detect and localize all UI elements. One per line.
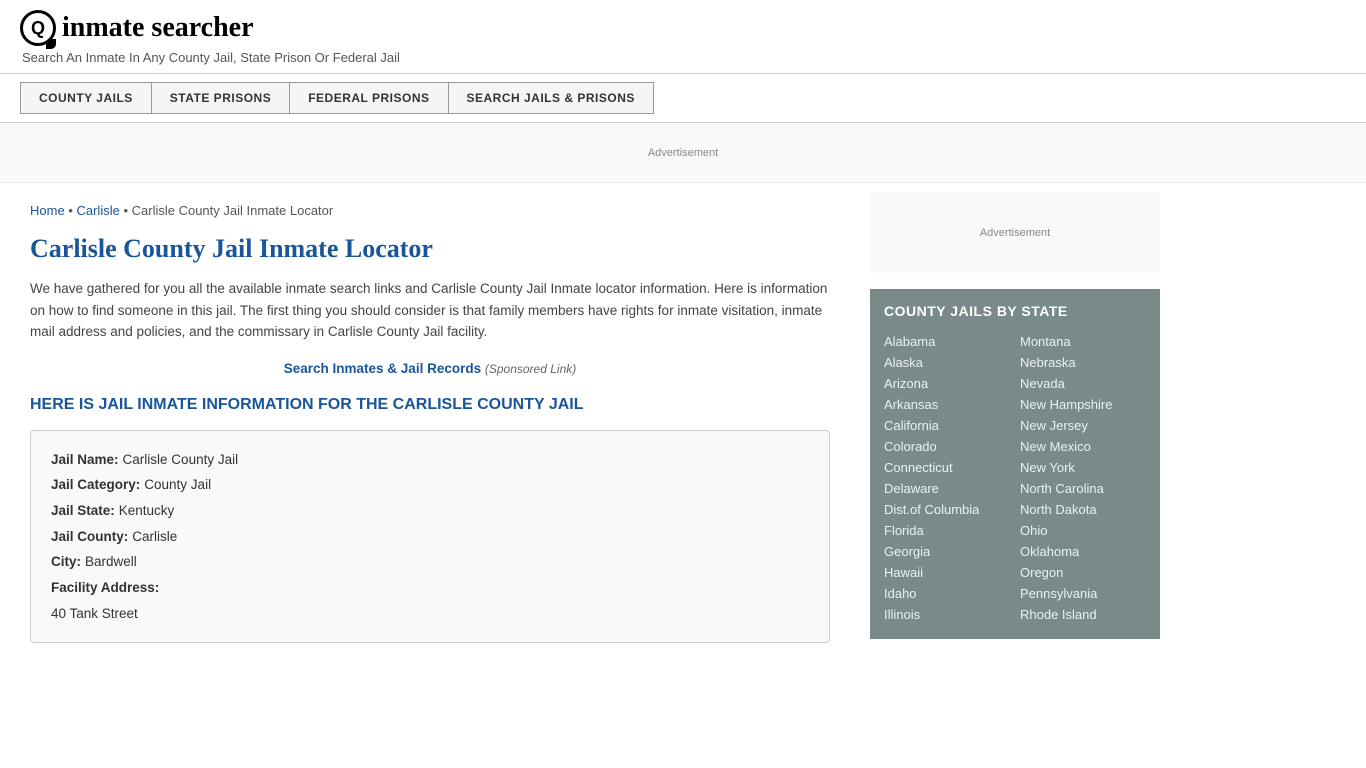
state-pennsylvania[interactable]: Pennsylvania [1020, 583, 1146, 604]
state-delaware[interactable]: Delaware [884, 478, 1010, 499]
nav-federal-prisons[interactable]: FEDERAL PRISONS [289, 82, 447, 114]
info-value-state: Kentucky [119, 498, 175, 524]
ad-banner-label: Advertisement [648, 147, 718, 159]
state-nebraska[interactable]: Nebraska [1020, 352, 1146, 373]
info-row-city: City: Bardwell [51, 549, 809, 575]
info-value-address: 40 Tank Street [51, 601, 138, 627]
state-dc[interactable]: Dist.of Columbia [884, 499, 1010, 520]
state-california[interactable]: California [884, 415, 1010, 436]
breadcrumb-carlisle[interactable]: Carlisle [76, 203, 119, 218]
sidebar-ad-label: Advertisement [980, 227, 1050, 239]
state-idaho[interactable]: Idaho [884, 583, 1010, 604]
state-ohio[interactable]: Ohio [1020, 520, 1146, 541]
state-alaska[interactable]: Alaska [884, 352, 1010, 373]
state-new-mexico[interactable]: New Mexico [1020, 436, 1146, 457]
logo-icon: Q [20, 10, 56, 46]
section-heading: HERE IS JAIL INMATE INFORMATION FOR THE … [30, 396, 830, 414]
info-row-address-label: Facility Address: [51, 575, 809, 601]
state-hawaii[interactable]: Hawaii [884, 562, 1010, 583]
state-florida[interactable]: Florida [884, 520, 1010, 541]
info-label-county: Jail County: [51, 524, 128, 550]
nav-state-prisons[interactable]: STATE PRISONS [151, 82, 289, 114]
state-new-york[interactable]: New York [1020, 457, 1146, 478]
logo-text-label: inmate searcher [62, 12, 254, 43]
state-north-dakota[interactable]: North Dakota [1020, 499, 1146, 520]
state-alabama[interactable]: Alabama [884, 331, 1010, 352]
info-row-county: Jail County: Carlisle [51, 524, 809, 550]
tagline: Search An Inmate In Any County Jail, Sta… [22, 50, 1346, 65]
state-col-left: Alabama Alaska Arizona Arkansas Californ… [884, 331, 1010, 625]
info-label-name: Jail Name: [51, 447, 119, 473]
state-nevada[interactable]: Nevada [1020, 373, 1146, 394]
state-list-title: COUNTY JAILS BY STATE [884, 303, 1146, 319]
logo-area: Q inmate searcher [20, 10, 1346, 46]
main-nav: COUNTY JAILS STATE PRISONS FEDERAL PRISO… [0, 74, 1366, 123]
info-value-city: Bardwell [85, 549, 137, 575]
main-layout: Home • Carlisle • Carlisle County Jail I… [0, 183, 1366, 663]
state-list-box: COUNTY JAILS BY STATE Alabama Alaska Ari… [870, 289, 1160, 639]
breadcrumb-home[interactable]: Home [30, 203, 65, 218]
ad-banner: Advertisement [0, 123, 1366, 183]
state-new-hampshire[interactable]: New Hampshire [1020, 394, 1146, 415]
state-col-right: Montana Nebraska Nevada New Hampshire Ne… [1020, 331, 1146, 625]
state-arizona[interactable]: Arizona [884, 373, 1010, 394]
state-north-carolina[interactable]: North Carolina [1020, 478, 1146, 499]
state-columns: Alabama Alaska Arizona Arkansas Californ… [884, 331, 1146, 625]
site-header: Q inmate searcher Search An Inmate In An… [0, 0, 1366, 74]
main-content: Home • Carlisle • Carlisle County Jail I… [0, 183, 860, 663]
info-label-city: City: [51, 549, 81, 575]
nav-county-jails[interactable]: COUNTY JAILS [20, 82, 151, 114]
info-value-category: County Jail [144, 472, 211, 498]
state-connecticut[interactable]: Connecticut [884, 457, 1010, 478]
state-oregon[interactable]: Oregon [1020, 562, 1146, 583]
info-label-address: Facility Address: [51, 575, 159, 601]
info-value-name: Carlisle County Jail [123, 447, 239, 473]
nav-search-jails[interactable]: SEARCH JAILS & PRISONS [448, 82, 654, 114]
sidebar: Advertisement COUNTY JAILS BY STATE Alab… [860, 183, 1170, 663]
info-row-category: Jail Category: County Jail [51, 472, 809, 498]
sidebar-ad: Advertisement [870, 193, 1160, 273]
info-label-category: Jail Category: [51, 472, 140, 498]
info-row-state: Jail State: Kentucky [51, 498, 809, 524]
state-new-jersey[interactable]: New Jersey [1020, 415, 1146, 436]
breadcrumb-current: Carlisle County Jail Inmate Locator [132, 203, 334, 218]
state-montana[interactable]: Montana [1020, 331, 1146, 352]
state-illinois[interactable]: Illinois [884, 604, 1010, 625]
state-colorado[interactable]: Colorado [884, 436, 1010, 457]
state-georgia[interactable]: Georgia [884, 541, 1010, 562]
state-oklahoma[interactable]: Oklahoma [1020, 541, 1146, 562]
search-inmates-link[interactable]: Search Inmates & Jail Records [284, 361, 481, 376]
intro-text: We have gathered for you all the availab… [30, 278, 830, 343]
sponsored-text: (Sponsored Link) [485, 362, 576, 376]
info-box: Jail Name: Carlisle County Jail Jail Cat… [30, 430, 830, 643]
state-arkansas[interactable]: Arkansas [884, 394, 1010, 415]
state-rhode-island[interactable]: Rhode Island [1020, 604, 1146, 625]
breadcrumb: Home • Carlisle • Carlisle County Jail I… [30, 203, 830, 218]
search-link-area: Search Inmates & Jail Records (Sponsored… [30, 361, 830, 376]
logo-text: inmate searcher [62, 12, 254, 44]
page-title: Carlisle County Jail Inmate Locator [30, 234, 830, 264]
info-label-state: Jail State: [51, 498, 115, 524]
info-row-name: Jail Name: Carlisle County Jail [51, 447, 809, 473]
info-value-county: Carlisle [132, 524, 177, 550]
breadcrumb-sep2: • [123, 203, 131, 218]
info-row-address-value: 40 Tank Street [51, 601, 809, 627]
